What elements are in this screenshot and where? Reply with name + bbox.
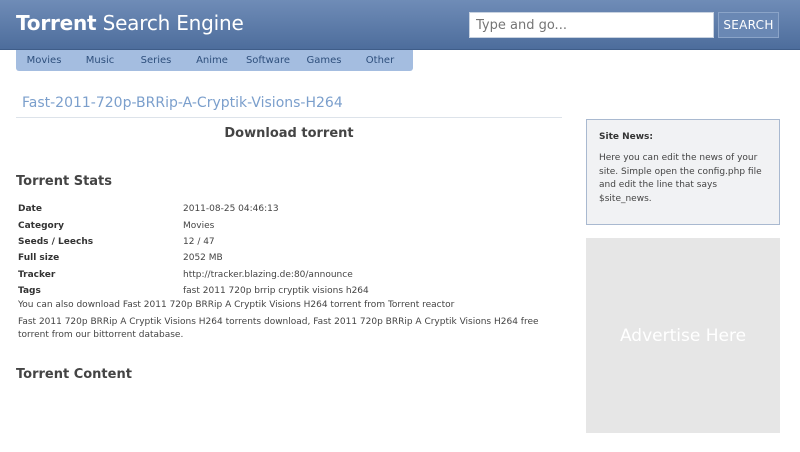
nav-item-movies[interactable]: Movies xyxy=(16,55,72,66)
stats-value: http://tracker.blazing.de:80/announce xyxy=(183,269,353,280)
download-torrent-link[interactable]: Download torrent xyxy=(16,126,562,141)
stats-label: Seeds / Leechs xyxy=(18,236,94,247)
site-news-title: Site News: xyxy=(599,132,654,142)
site-header: Torrent Search Engine SEARCH xyxy=(0,0,800,50)
stats-value: 2052 MB xyxy=(183,253,223,264)
also-download-text: You can also download Fast 2011 720p BRR… xyxy=(18,300,455,310)
stats-value: 2011-08-25 04:46:13 xyxy=(183,204,279,215)
torrent-stats-heading: Torrent Stats xyxy=(16,174,113,189)
stats-value: Movies xyxy=(183,220,215,231)
stats-value: 12 / 47 xyxy=(183,236,215,247)
torrent-stats-table: Date 2011-08-25 04:46:13 Category Movies… xyxy=(18,201,558,299)
nav-item-series[interactable]: Series xyxy=(128,55,184,66)
stats-row-full-size: Full size 2052 MB xyxy=(18,250,558,266)
site-news-body: Here you can edit the news of your site.… xyxy=(599,153,762,204)
advertisement-banner[interactable]: Advertise Here xyxy=(586,238,780,433)
stats-label: Date xyxy=(18,204,42,215)
advertise-text: Advertise Here xyxy=(619,325,747,346)
stats-label: Full size xyxy=(18,253,60,264)
stats-row-date: Date 2011-08-25 04:46:13 xyxy=(18,201,558,217)
stats-value: fast 2011 720p brrip cryptik visions h26… xyxy=(183,286,369,297)
title-divider xyxy=(16,117,562,118)
logo-bold-text: Torrent xyxy=(16,11,97,35)
stats-label: Tags xyxy=(18,286,41,297)
stats-row-tracker: Tracker http://tracker.blazing.de:80/ann… xyxy=(18,267,558,283)
search-input[interactable] xyxy=(469,12,714,38)
search-button[interactable]: SEARCH xyxy=(718,12,779,38)
stats-row-tags: Tags fast 2011 720p brrip cryptik vision… xyxy=(18,283,558,299)
page-title: Fast-2011-720p-BRRip-A-Cryptik-Visions-H… xyxy=(22,95,343,111)
torrent-content-heading: Torrent Content xyxy=(16,367,132,382)
stats-row-category: Category Movies xyxy=(18,217,558,233)
category-nav: Movies Music Series Anime Software Games… xyxy=(16,50,413,71)
logo-rest-text: Search Engine xyxy=(96,11,244,35)
stats-label: Category xyxy=(18,220,65,231)
site-news-box: Site News: Here you can edit the news of… xyxy=(586,119,780,225)
nav-item-music[interactable]: Music xyxy=(72,55,128,66)
nav-item-other[interactable]: Other xyxy=(352,55,408,66)
nav-item-software[interactable]: Software xyxy=(240,55,296,66)
torrent-description: Fast 2011 720p BRRip A Cryptik Visions H… xyxy=(18,317,539,340)
nav-item-games[interactable]: Games xyxy=(296,55,352,66)
nav-item-anime[interactable]: Anime xyxy=(184,55,240,66)
site-logo[interactable]: Torrent Search Engine xyxy=(16,11,244,35)
stats-label: Tracker xyxy=(18,269,56,280)
stats-row-seeds-leechs: Seeds / Leechs 12 / 47 xyxy=(18,234,558,250)
